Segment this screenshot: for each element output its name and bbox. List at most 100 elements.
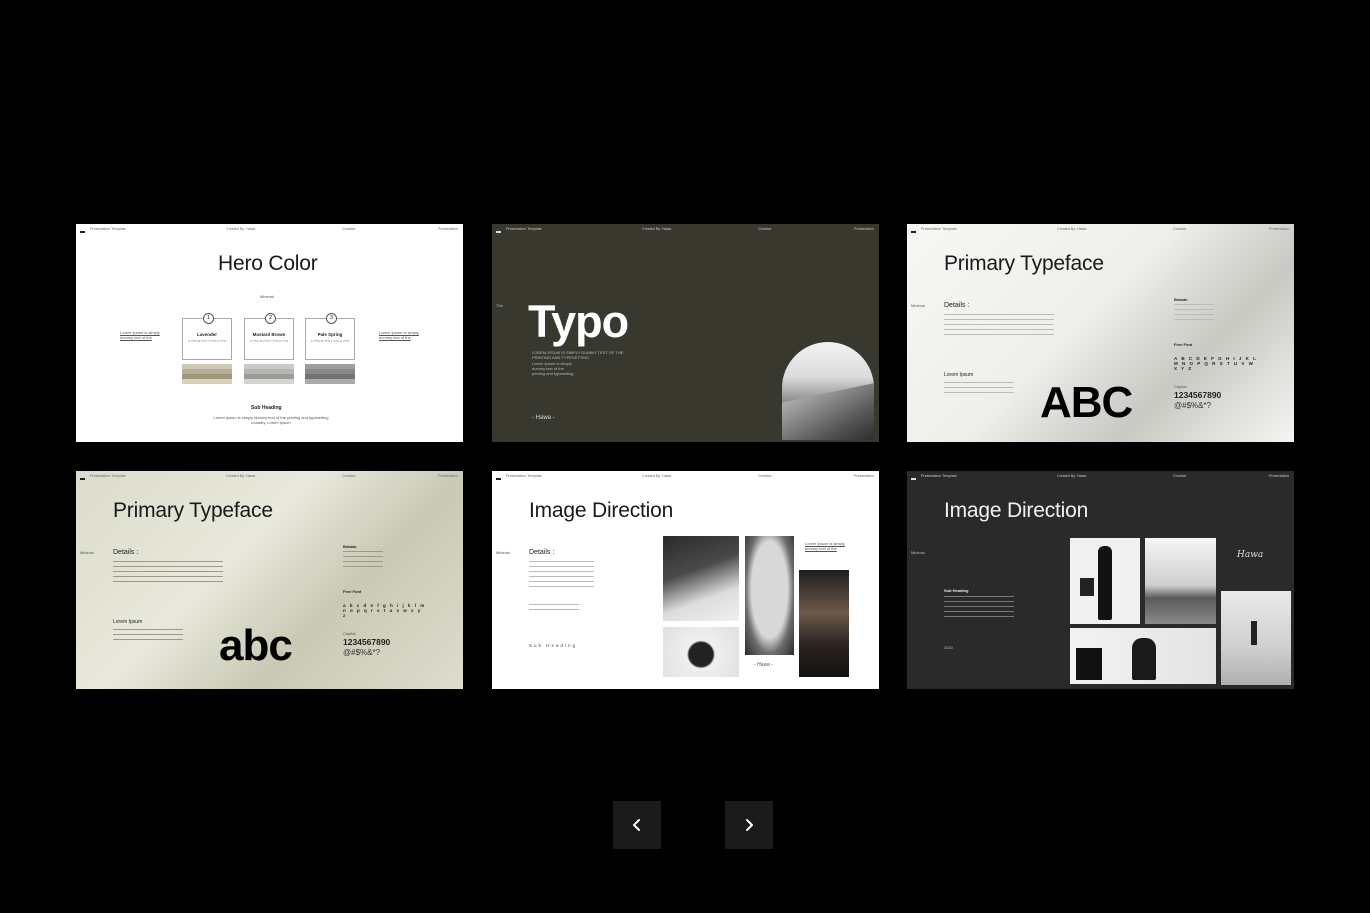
details-text bbox=[113, 561, 223, 585]
logo-icon bbox=[911, 478, 916, 480]
font-name: Bebato bbox=[343, 544, 357, 549]
lorem-label: Lorem Ipsum bbox=[944, 372, 974, 378]
side-label: The bbox=[496, 303, 503, 308]
header-left: Presentation Template bbox=[506, 474, 542, 478]
desert-dune-image bbox=[782, 342, 874, 440]
header-mid: Creative bbox=[758, 474, 772, 478]
bullet-item: printing and typesetting bbox=[532, 371, 574, 376]
right-note: Lorem Ipsum is simply dummy text of the bbox=[379, 330, 419, 340]
header-right: Presentation bbox=[1269, 474, 1290, 478]
slide-title: Hero Color bbox=[218, 252, 318, 275]
signature: Hawa bbox=[1237, 550, 1264, 560]
header-mid: Creative bbox=[342, 474, 356, 478]
color-code: C:??% M:??% Y:??% K:??% bbox=[310, 339, 350, 343]
header-right: Presentation bbox=[438, 474, 459, 478]
slide-title: Primary Typeface bbox=[944, 252, 1104, 275]
free-font-label: Free Font bbox=[1174, 342, 1193, 347]
header-mid: Creative bbox=[758, 227, 772, 231]
bullet-list: Lorem Ipsum is simply dummy text of the … bbox=[532, 361, 573, 376]
header-center: Created By: Hawa bbox=[642, 474, 672, 478]
slide-header: Presentation Template Created By: Hawa C… bbox=[76, 474, 463, 480]
header-left: Presentation Template bbox=[90, 227, 126, 231]
header-mid: Creative bbox=[342, 227, 356, 231]
logo-icon bbox=[496, 231, 501, 233]
extra-text bbox=[529, 604, 579, 614]
header-left: Presentation Template bbox=[921, 474, 957, 478]
capital-label: Capital bbox=[343, 631, 356, 636]
header-center: Created By: Hawa bbox=[1057, 227, 1087, 231]
header-center: Created By: Hawa bbox=[226, 474, 256, 478]
color-card-number: 3 bbox=[326, 313, 337, 324]
side-label: Minimal bbox=[911, 303, 925, 308]
color-card-number: 2 bbox=[265, 313, 276, 324]
objects-photo bbox=[1070, 628, 1216, 684]
header-center: Created By: Hawa bbox=[226, 227, 256, 231]
slide-hero-color[interactable]: Presentation Template Created By: Hawa C… bbox=[76, 224, 463, 442]
sub-text bbox=[944, 596, 1014, 618]
side-label: Minimal bbox=[911, 550, 925, 555]
header-right: Presentation bbox=[1269, 227, 1290, 231]
slide-primary-typeface-abc-lower[interactable]: Presentation Template Created By: Hawa C… bbox=[76, 471, 463, 689]
left-note: Lorem Ipsum is simply dummy text of the bbox=[120, 330, 160, 340]
header-left: Presentation Template bbox=[90, 474, 126, 478]
header-left: Presentation Template bbox=[506, 227, 542, 231]
lamp-photo bbox=[799, 570, 849, 677]
logo-icon bbox=[80, 231, 85, 233]
tree-photo bbox=[1145, 538, 1216, 624]
lorem-label: Lorem Ipsum bbox=[113, 619, 143, 625]
font-name: Bebato bbox=[1174, 297, 1188, 302]
slide-header: Presentation Template Created By: Hawa C… bbox=[492, 474, 879, 480]
logo-icon bbox=[80, 478, 85, 480]
field-photo bbox=[1221, 591, 1291, 685]
chevron-left-icon bbox=[633, 819, 640, 831]
header-right: Presentation bbox=[854, 474, 875, 478]
color-card-number: 1 bbox=[203, 313, 214, 324]
signature: - Hawa - bbox=[754, 662, 773, 668]
color-code: C:??% M:??% Y:??% K:??% bbox=[187, 339, 227, 343]
side-note: Lorem Ipsum is simply dummy text of the bbox=[805, 541, 845, 551]
color-card-1: 1 Lavender C:??% M:??% Y:??% K:??% bbox=[182, 313, 232, 360]
slide-header: Presentation Template Created By: Hawa C… bbox=[907, 474, 1294, 480]
alphabet: a b c d e f g h i j k l m n o p q r s t … bbox=[343, 603, 426, 618]
header-right: Presentation bbox=[854, 227, 875, 231]
color-chip-1 bbox=[182, 364, 232, 384]
sub-heading: Sub Heading bbox=[529, 643, 578, 648]
caption: LOREM IPSUM IS SIMPLY DUMMY TEXT OF THE … bbox=[532, 350, 624, 360]
free-font-label: Free Font bbox=[343, 589, 362, 594]
portrait-photo bbox=[745, 536, 794, 655]
header-right: Presentation bbox=[438, 227, 459, 231]
slide-header: Presentation Template Created By: Hawa C… bbox=[907, 227, 1294, 233]
year: 2020 bbox=[944, 645, 953, 650]
header-left: Presentation Template bbox=[921, 227, 957, 231]
sub-heading: Sub Heading bbox=[944, 588, 969, 593]
slide-image-direction-light[interactable]: Presentation Template Created By: Hawa C… bbox=[492, 471, 879, 689]
slide-primary-typeface-abc[interactable]: Presentation Template Created By: Hawa C… bbox=[907, 224, 1294, 442]
slide-image-direction-dark[interactable]: Presentation Template Created By: Hawa C… bbox=[907, 471, 1294, 689]
header-center: Created By: Hawa bbox=[642, 227, 672, 231]
typeface-sample: ABC bbox=[1040, 378, 1133, 427]
font-desc bbox=[343, 551, 383, 567]
color-name: Lavender bbox=[196, 332, 217, 337]
header-center: Created By: Hawa bbox=[1057, 474, 1087, 478]
slide-subtitle: Minimal bbox=[260, 294, 274, 299]
header-mid: Creative bbox=[1173, 227, 1187, 231]
fashion-photo bbox=[1070, 538, 1140, 624]
details-text bbox=[944, 314, 1054, 338]
next-button[interactable] bbox=[725, 801, 773, 849]
color-chip-2 bbox=[244, 364, 294, 384]
slide-header: Presentation Template Created By: Hawa C… bbox=[76, 227, 463, 233]
color-name: Pale Spring bbox=[317, 332, 343, 337]
logo-icon bbox=[496, 478, 501, 480]
slide-title: Image Direction bbox=[529, 499, 674, 522]
color-card-2: 2 Mustard Brown C:??% M:??% Y:??% K:??% bbox=[244, 313, 294, 360]
slide-typo[interactable]: Presentation Template Created By: Hawa C… bbox=[492, 224, 879, 442]
slide-title: Image Direction bbox=[944, 499, 1089, 522]
side-label: Minimal bbox=[80, 550, 94, 555]
typeface-sample: abc bbox=[219, 621, 293, 670]
alphabet: A B C D E F G H I J K L M N O P Q R S T … bbox=[1174, 356, 1258, 371]
capital-label: Capital bbox=[1174, 384, 1187, 389]
slide-header: Presentation Template Created By: Hawa C… bbox=[492, 227, 879, 233]
chairs-photo bbox=[663, 536, 739, 621]
font-desc bbox=[1174, 304, 1214, 320]
previous-button[interactable] bbox=[613, 801, 661, 849]
